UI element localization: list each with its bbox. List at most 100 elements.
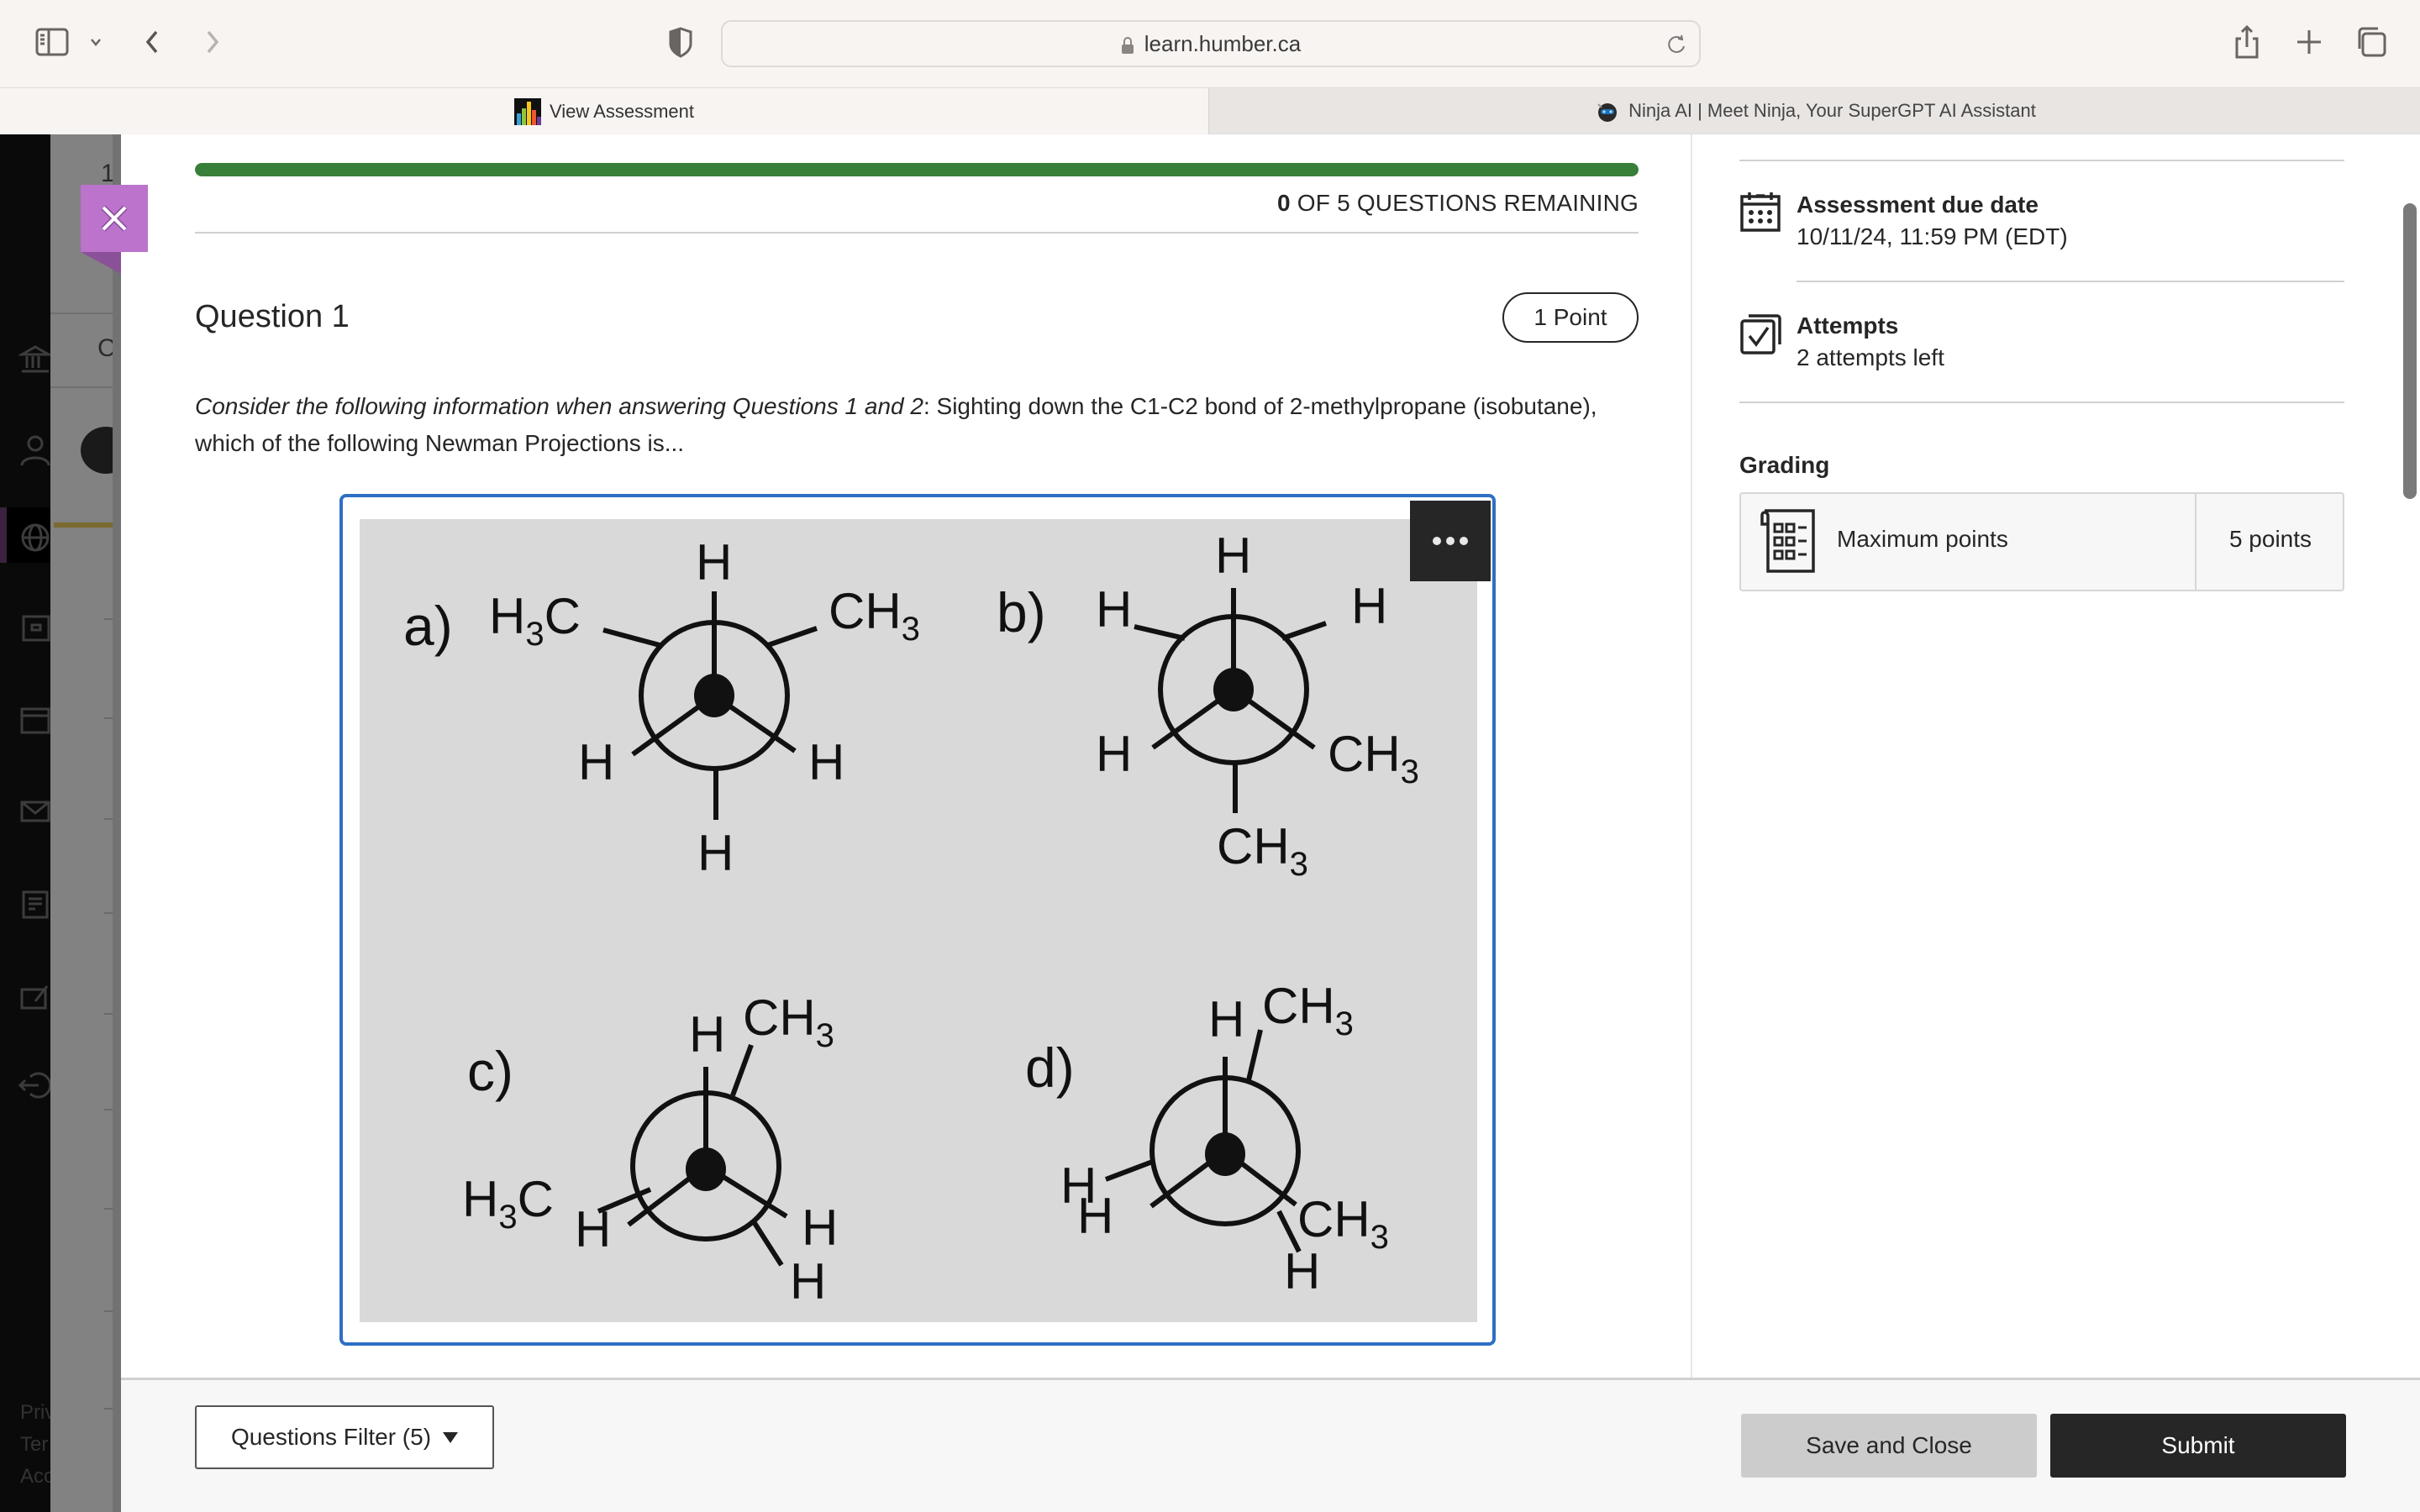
institution-icon[interactable] <box>17 343 54 376</box>
remaining-suffix: OF 5 QUESTIONS REMAINING <box>1290 190 1639 216</box>
assessment-footer: Questions Filter (5) Save and Close Subm… <box>121 1378 2420 1512</box>
remaining-count: 0 <box>1277 190 1291 216</box>
projection-a-bond <box>602 627 660 648</box>
question-text: Consider the following information when … <box>195 388 1640 462</box>
projection-label: a) <box>403 595 453 657</box>
substituent: H <box>808 734 844 790</box>
substituent: H <box>697 825 734 881</box>
substituent: H <box>1284 1243 1320 1299</box>
address-bar[interactable]: learn.humber.ca <box>721 20 1701 67</box>
question-image-frame[interactable]: a) b) c) d) H H H H3C CH3 H H H H H CH3 … <box>339 494 1496 1346</box>
projection-b-bond <box>1281 621 1327 641</box>
sidebar-toggle-icon[interactable] <box>32 22 72 62</box>
backdrop-accent-bar <box>54 522 121 528</box>
attempts-value: 2 attempts left <box>1797 344 1944 370</box>
tab-view-assessment[interactable]: View Assessment <box>0 88 1208 135</box>
ninja-favicon <box>1597 103 1618 122</box>
substituent: CH3 <box>1217 818 1308 883</box>
chevron-down-icon[interactable] <box>84 22 108 62</box>
globe-icon[interactable] <box>18 521 52 554</box>
substituent: H <box>1351 578 1387 634</box>
due-date-value: 10/11/24, 11:59 PM (EDT) <box>1797 223 2068 249</box>
panel-scrollbar[interactable] <box>2403 203 2417 499</box>
substituent: H <box>575 1201 611 1257</box>
substituent: H <box>802 1200 838 1256</box>
projection-a-center <box>694 674 734 717</box>
newman-projections-image: a) b) c) d) H H H H3C CH3 H H H H H CH3 … <box>360 519 1477 1322</box>
progress-bar <box>195 163 1639 176</box>
projection-c-center <box>686 1147 726 1191</box>
edit-icon[interactable] <box>18 979 52 1013</box>
privacy-shield-icon[interactable] <box>660 22 701 62</box>
due-date-label: Assessment due date <box>1797 192 2039 218</box>
substituent: CH3 <box>1328 726 1419 790</box>
accessibility-link[interactable]: Acc <box>20 1465 54 1488</box>
attempts-icon <box>1739 311 1783 354</box>
projection-label: c) <box>467 1040 513 1102</box>
substituent: CH3 <box>1262 978 1354 1042</box>
image-more-options-button[interactable] <box>1410 501 1491 581</box>
forward-icon[interactable] <box>192 22 232 62</box>
substituent: H <box>689 1006 725 1063</box>
substituent: H <box>1208 991 1244 1047</box>
lms-sidebar: Priv Ter Acc <box>0 134 55 1512</box>
tab-ninja-ai[interactable]: Ninja AI | Meet Ninja, Your SuperGPT AI … <box>1208 88 2420 135</box>
save-and-close-button[interactable]: Save and Close <box>1741 1414 2037 1478</box>
substituent: H <box>578 734 614 790</box>
questions-filter-button[interactable]: Questions Filter (5) <box>195 1405 494 1469</box>
progress-fill <box>195 163 1639 176</box>
filter-label: Questions Filter (5) <box>230 1424 432 1450</box>
substituent: H <box>1215 528 1251 584</box>
tab-label: View Assessment <box>549 101 694 122</box>
details-divider <box>1797 281 2344 282</box>
new-tab-icon[interactable] <box>2289 22 2329 62</box>
projection-d-bond <box>1246 1029 1263 1081</box>
max-points-label: Maximum points <box>1837 526 2008 552</box>
sign-out-icon[interactable] <box>18 1068 52 1102</box>
browser-chrome: learn.humber.ca View Assessment Ninja AI… <box>0 0 2420 135</box>
projection-d-center <box>1205 1132 1245 1176</box>
question-title: Question 1 <box>195 299 350 334</box>
back-icon[interactable] <box>133 22 173 62</box>
question-intro: Consider the following information when … <box>195 393 923 419</box>
dot-icon <box>1460 537 1468 545</box>
backdrop-divider <box>50 312 121 314</box>
calendar-icon[interactable] <box>18 702 52 736</box>
max-points-value: 5 points <box>2228 526 2312 552</box>
substituent: CH3 <box>829 583 920 648</box>
dot-icon <box>1446 537 1455 545</box>
substituent: CH3 <box>743 990 834 1054</box>
header-divider <box>195 232 1639 234</box>
projection-c-bond <box>752 1221 784 1267</box>
question-column: 0 OF 5 QUESTIONS REMAINING Question 1 1 … <box>121 134 1691 1378</box>
close-button[interactable] <box>81 185 148 252</box>
profile-icon[interactable] <box>18 433 52 467</box>
share-icon[interactable] <box>2227 22 2267 62</box>
attempts-label: Attempts <box>1797 312 1899 339</box>
points-badge: 1 Point <box>1502 292 1639 343</box>
substituent: H <box>790 1253 826 1310</box>
calendar-icon <box>1739 190 1783 234</box>
grades-icon[interactable] <box>18 887 52 921</box>
submit-button[interactable]: Submit <box>2050 1414 2346 1478</box>
caret-down-icon <box>443 1431 459 1443</box>
assessment-panel: 0 OF 5 QUESTIONS REMAINING Question 1 1 … <box>121 134 2420 1512</box>
backdrop-edge <box>113 134 121 1512</box>
projection-b-center <box>1213 668 1254 711</box>
backdrop-divider <box>50 386 121 388</box>
column-divider <box>1691 134 1692 1378</box>
tab-overview-icon[interactable] <box>2351 22 2391 62</box>
terms-link[interactable]: Ter <box>20 1433 48 1457</box>
lms-backdrop: 19 Co <box>50 134 131 1512</box>
close-flag-tail <box>81 252 121 274</box>
substituent: H3C <box>489 588 581 653</box>
grading-title: Grading <box>1739 452 1830 478</box>
courses-icon[interactable] <box>18 612 52 645</box>
substituent: H3C <box>462 1171 554 1236</box>
tab-bar: View Assessment Ninja AI | Meet Ninja, Y… <box>0 87 2420 135</box>
projection-c-bond <box>730 1043 754 1097</box>
reload-icon[interactable] <box>1664 32 1689 57</box>
messages-icon[interactable] <box>18 795 52 828</box>
close-icon <box>101 205 128 232</box>
url-text: learn.humber.ca <box>1144 30 1302 56</box>
